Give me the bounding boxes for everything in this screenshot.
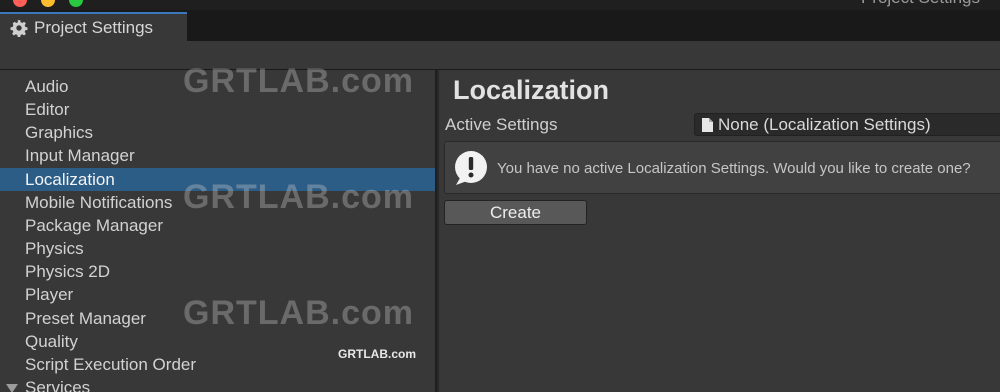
foldout-arrow-icon[interactable] xyxy=(6,384,18,392)
sidebar-item-graphics[interactable]: Graphics xyxy=(0,121,435,144)
watermark-text: GRTLAB.com xyxy=(183,294,414,332)
minimize-window-button[interactable] xyxy=(41,0,55,7)
create-button[interactable]: Create xyxy=(444,200,587,225)
active-settings-value: None (Localization Settings) xyxy=(718,114,931,134)
watermark-text: GRTLAB.com xyxy=(183,178,414,216)
watermark-text: GRTLAB.com xyxy=(183,62,414,100)
zoom-window-button[interactable] xyxy=(69,0,83,7)
tab-label: Project Settings xyxy=(34,17,154,37)
sidebar-item-label: Services xyxy=(25,378,91,392)
gear-icon xyxy=(10,19,28,37)
settings-toolbar xyxy=(0,41,1000,70)
close-window-button[interactable] xyxy=(13,0,27,7)
sidebar-item-editor[interactable]: Editor xyxy=(0,98,435,121)
help-box-message: You have no active Localization Settings… xyxy=(497,160,971,177)
sidebar-item-physics-2d[interactable]: Physics 2D xyxy=(0,260,435,283)
sidebar-item-package-manager[interactable]: Package Manager xyxy=(0,214,435,237)
active-settings-object-field[interactable]: None (Localization Settings) xyxy=(694,113,1000,136)
warning-help-box: You have no active Localization Settings… xyxy=(444,141,1000,194)
settings-sidebar: Audio Editor Graphics Input Manager Loca… xyxy=(0,70,437,392)
settings-content-panel: Localization Active Settings None (Local… xyxy=(439,70,1000,392)
page-title: Localization xyxy=(453,75,610,105)
tab-project-settings[interactable]: Project Settings xyxy=(0,12,187,41)
sidebar-item-services[interactable]: Services xyxy=(0,376,435,392)
document-icon xyxy=(702,117,713,132)
window-title: Project Settings xyxy=(861,0,980,8)
window-title-bar: Project Settings xyxy=(0,0,1000,10)
sidebar-item-physics[interactable]: Physics xyxy=(0,237,435,260)
watermark-text-small: GRTLAB.com xyxy=(338,347,416,361)
sidebar-item-input-manager[interactable]: Input Manager xyxy=(0,144,435,167)
tab-bar: Project Settings xyxy=(0,10,1000,41)
warning-icon xyxy=(455,151,487,185)
active-settings-label: Active Settings xyxy=(445,115,558,134)
